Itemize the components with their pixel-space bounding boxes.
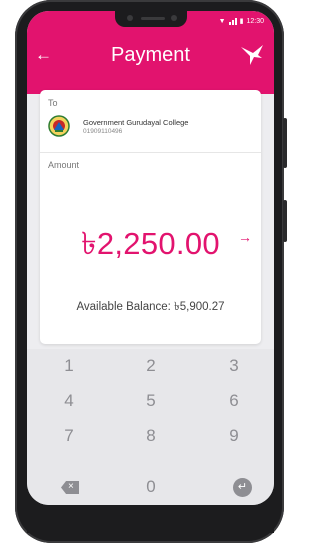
- screen: ▼ ▮ 12:30 ← Payment To Government Guruda…: [27, 11, 274, 505]
- divider: [40, 152, 261, 153]
- status-bar: ▼ ▮ 12:30: [219, 15, 264, 27]
- speaker-icon: [141, 17, 165, 20]
- key-0[interactable]: 0: [121, 471, 181, 503]
- page-title: Payment: [111, 44, 190, 66]
- payee-name: Government Gurudayal College: [83, 118, 189, 127]
- available-balance: Available Balance: ৳5,900.27: [76, 301, 225, 313]
- status-time: 12:30: [246, 17, 264, 25]
- proceed-arrow-icon[interactable]: →: [238, 229, 252, 245]
- signal-icon: [228, 17, 237, 25]
- backspace-icon[interactable]: ×: [61, 481, 79, 494]
- volume-button: [283, 200, 287, 242]
- sensor-icon: [171, 15, 177, 21]
- key-5[interactable]: 5: [121, 385, 181, 417]
- to-label: To: [48, 98, 58, 108]
- header-bar: ▼ ▮ 12:30 ← Payment: [27, 11, 274, 94]
- camera-icon: [127, 15, 133, 21]
- enter-icon[interactable]: ↵: [233, 478, 252, 497]
- key-9[interactable]: 9: [204, 420, 264, 452]
- battery-icon: ▮: [239, 18, 244, 25]
- title-row: ← Payment: [27, 41, 274, 71]
- power-button: [283, 118, 287, 168]
- key-7[interactable]: 7: [39, 420, 99, 452]
- notch: [115, 11, 187, 27]
- numeric-keypad: 1 2 3 4 5 6 7 8 9 × 0 ↵: [27, 349, 274, 505]
- key-4[interactable]: 4: [39, 385, 99, 417]
- amount-value[interactable]: ৳2,250.00: [40, 220, 261, 272]
- payment-card: To Government Gurudayal College 01909110…: [40, 90, 261, 344]
- college-logo-icon: [48, 115, 70, 137]
- phone-bottom-bezel: [27, 505, 274, 533]
- key-6[interactable]: 6: [204, 385, 264, 417]
- wifi-icon: ▼: [218, 17, 226, 25]
- key-1[interactable]: 1: [39, 350, 99, 382]
- key-3[interactable]: 3: [204, 350, 264, 382]
- payee-number: 01909110496: [83, 128, 123, 135]
- key-8[interactable]: 8: [121, 420, 181, 452]
- amount-label: Amount: [48, 160, 80, 170]
- key-2[interactable]: 2: [121, 350, 181, 382]
- bkash-bird-logo-icon: [241, 45, 263, 65]
